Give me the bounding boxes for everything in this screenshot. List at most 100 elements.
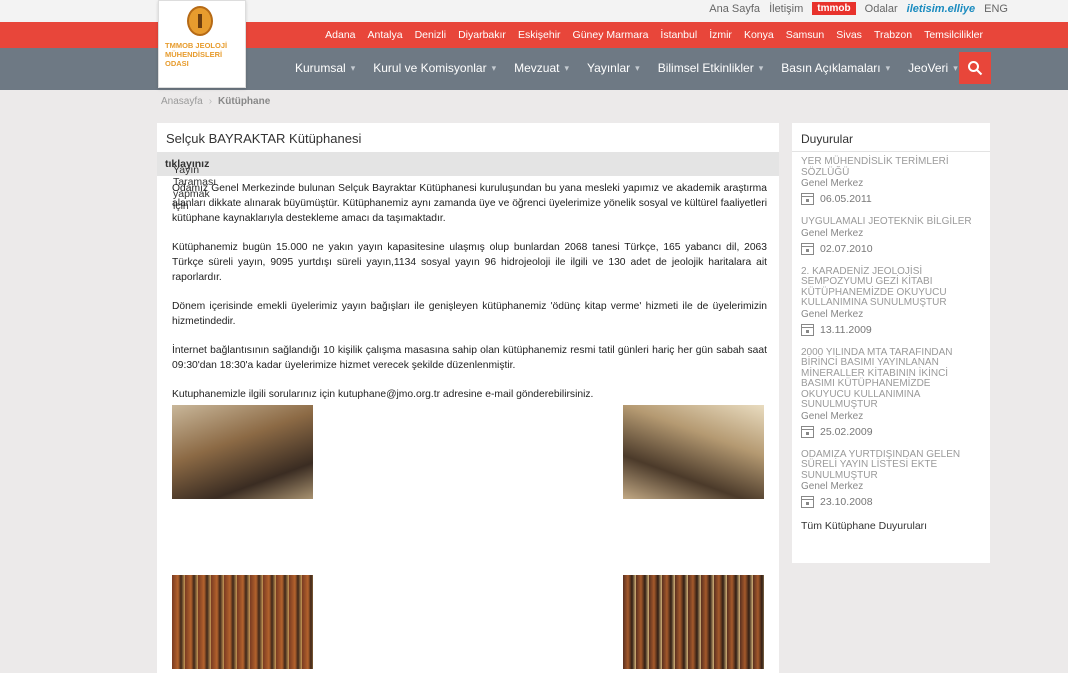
city-link[interactable]: Denizli	[415, 29, 447, 41]
chevron-down-icon: ▾	[564, 62, 570, 73]
breadcrumb-current: Kütüphane	[218, 96, 271, 107]
news-item: 2. KARADENİZ JEOLOJİSİ SEMPOZYUMU GEZİ K…	[801, 266, 983, 336]
news-date-row: 23.10.2008	[801, 496, 983, 508]
calendar-icon	[801, 496, 814, 508]
chevron-down-icon: ▾	[491, 62, 497, 73]
search-publications-bar: Yayın Taraması yapmak için tıklayınız	[157, 152, 779, 212]
nav-item-basin[interactable]: Basın Açıklamaları ▾	[781, 61, 890, 75]
news-title[interactable]: UYGULAMALI JEOTEKNİK BİLGİLER	[801, 216, 983, 228]
article-paragraph: Kütüphanemiz bugün 15.000 ne yakın yayın…	[172, 242, 767, 283]
news-date-row: 13.11.2009	[801, 323, 983, 336]
news-source: Genel Merkez	[801, 308, 864, 320]
nav-item-kurullar[interactable]: Kurul ve Komisyonlar ▾	[373, 61, 496, 75]
article-paragraph: İnternet bağlantısının sağlandığı 10 kiş…	[172, 345, 767, 371]
nav-item-mevzuat[interactable]: Mevzuat ▾	[514, 61, 569, 75]
news-date-row: 06.05.2011	[801, 193, 983, 205]
nav-item-kurumsal[interactable]: Kurumsal ▾	[295, 61, 355, 75]
news-item: UYGULAMALI JEOTEKNİK BİLGİLER Genel Merk…	[801, 216, 983, 255]
city-link[interactable]: Trabzon	[874, 29, 912, 41]
city-link[interactable]: İzmir	[709, 29, 732, 41]
nav-label: Kurul ve Komisyonlar	[373, 61, 487, 75]
news-title[interactable]: 2000 YILINDA MTA TARAFINDAN BİRİNCİ BASI…	[801, 347, 983, 411]
city-link[interactable]: Diyarbakır	[458, 29, 506, 41]
announcements-sidebar: Duyurular YER MÜHENDİSLİK TERİMLERİ SÖZL…	[792, 123, 990, 563]
logo-text: TMMOB JEOLOJİ MÜHENDİSLERİ ODASI	[165, 41, 228, 68]
nav-item-jeoveri[interactable]: JeoVeri ▾	[908, 61, 958, 75]
nav-label: Basın Açıklamaları	[781, 61, 881, 75]
calendar-icon	[801, 193, 814, 205]
sidebar-divider	[792, 151, 990, 152]
article-body: Odamız Genel Merkezinde bulunan Selçuk B…	[172, 181, 767, 416]
library-photo[interactable]	[623, 575, 764, 669]
news-date: 25.02.2009	[820, 425, 873, 438]
news-date: 06.05.2011	[820, 193, 872, 205]
chevron-down-icon: ▾	[635, 62, 640, 73]
library-photo[interactable]	[623, 405, 764, 499]
city-link[interactable]: İstanbul	[660, 29, 697, 41]
news-date: 23.10.2008	[820, 496, 873, 508]
article-paragraph: Dönem içerisinde emekli üyelerimiz yayın…	[172, 301, 767, 327]
breadcrumb-home[interactable]: Anasayfa	[161, 96, 203, 107]
all-announcements-link[interactable]: Tüm Kütüphane Duyuruları	[801, 520, 983, 532]
city-link[interactable]: Eskişehir	[518, 29, 561, 41]
news-item: ODAMIZA YURTDIŞINDAN GELEN SÜRELİ YAYIN …	[801, 449, 983, 508]
article-paragraph: Odamız Genel Merkezinde bulunan Selçuk B…	[172, 183, 767, 224]
news-source: Genel Merkez	[801, 178, 864, 189]
search-button[interactable]	[959, 52, 991, 84]
contact-link[interactable]: İletişim	[769, 3, 803, 15]
top-links: Ana Sayfa İletişim tmmob Odalar iletisim…	[700, 2, 1008, 15]
breadcrumb: Anasayfa › Kütüphane	[161, 96, 270, 107]
breadcrumb-separator-icon: ›	[208, 96, 213, 107]
home-link[interactable]: Ana Sayfa	[709, 3, 760, 15]
library-photo[interactable]	[172, 575, 313, 669]
news-title[interactable]: YER MÜHENDİSLİK TERİMLERİ SÖZLÜĞÜ	[801, 156, 983, 178]
city-links: Adana Antalya Denizli Diyarbakır Eskişeh…	[313, 29, 983, 41]
rooms-link[interactable]: Odalar	[865, 3, 898, 15]
chevron-down-icon: ▾	[758, 62, 764, 73]
nav-label: Kurumsal	[295, 61, 346, 75]
tmmob-link[interactable]: tmmob	[812, 2, 856, 15]
eng-link[interactable]: ENG	[984, 3, 1008, 15]
news-source: Genel Merkez	[801, 410, 864, 422]
nav-label: Bilimsel Etkinlikler	[657, 61, 754, 75]
city-link[interactable]: Antalya	[368, 29, 403, 41]
news-date-row: 25.02.2009	[801, 425, 983, 438]
nav-label: JeoVeri	[908, 61, 949, 75]
news-source: Genel Merkez	[801, 481, 864, 492]
city-link[interactable]: Sivas	[836, 29, 862, 41]
nav-item-etkinlikler[interactable]: Bilimsel Etkinlikler ▾	[658, 61, 764, 75]
mlink-logo-link[interactable]: iletisim.elliye	[907, 3, 975, 15]
library-photo[interactable]	[172, 405, 313, 499]
calendar-icon	[801, 242, 814, 255]
city-link[interactable]: Güney Marmara	[573, 29, 649, 41]
main-content: Selçuk BAYRAKTAR Kütüphanesi Yayın Taram…	[157, 123, 779, 673]
city-link[interactable]: Adana	[325, 29, 355, 41]
search-icon	[968, 61, 983, 76]
nav-label: Yayınlar	[587, 61, 631, 75]
news-title[interactable]: 2. KARADENİZ JEOLOJİSİ SEMPOZYUMU GEZİ K…	[801, 266, 983, 309]
sidebar-title: Duyurular	[801, 132, 854, 146]
chevron-down-icon: ▾	[350, 62, 356, 73]
article-paragraph: Kutuphanemizle ilgili sorularınız için k…	[172, 389, 594, 400]
city-link[interactable]: Temsilcilikler	[924, 29, 983, 41]
chevron-down-icon: ▾	[885, 62, 891, 73]
nav-item-yayinlar[interactable]: Yayınlar ▾	[587, 61, 640, 75]
news-date: 02.07.2010	[820, 242, 873, 255]
search-publications-text: Yayın Taraması yapmak için tıklayınız	[165, 158, 216, 212]
nav-label: Mevzuat	[514, 61, 560, 75]
site-logo[interactable]: TMMOB JEOLOJİ MÜHENDİSLERİ ODASI	[158, 0, 246, 88]
logo-emblem-icon	[187, 6, 213, 36]
news-list: YER MÜHENDİSLİK TERİMLERİ SÖZLÜĞÜ Genel …	[801, 156, 983, 532]
news-item: 2000 YILINDA MTA TARAFINDAN BİRİNCİ BASI…	[801, 347, 983, 438]
city-link[interactable]: Konya	[744, 29, 774, 41]
nav-items: Kurumsal ▾ Kurul ve Komisyonlar ▾ Mevzuat ▾…	[295, 61, 976, 75]
news-date-row: 02.07.2010	[801, 242, 983, 255]
calendar-icon	[801, 323, 814, 336]
chevron-down-icon: ▾	[953, 62, 958, 73]
news-item: YER MÜHENDİSLİK TERİMLERİ SÖZLÜĞÜ Genel …	[801, 156, 983, 205]
calendar-icon	[801, 425, 814, 438]
news-title[interactable]: ODAMIZA YURTDIŞINDAN GELEN SÜRELİ YAYIN …	[801, 449, 983, 482]
city-link[interactable]: Samsun	[786, 29, 825, 41]
news-date: 13.11.2009	[820, 323, 872, 336]
page-title: Selçuk BAYRAKTAR Kütüphanesi	[166, 131, 362, 146]
